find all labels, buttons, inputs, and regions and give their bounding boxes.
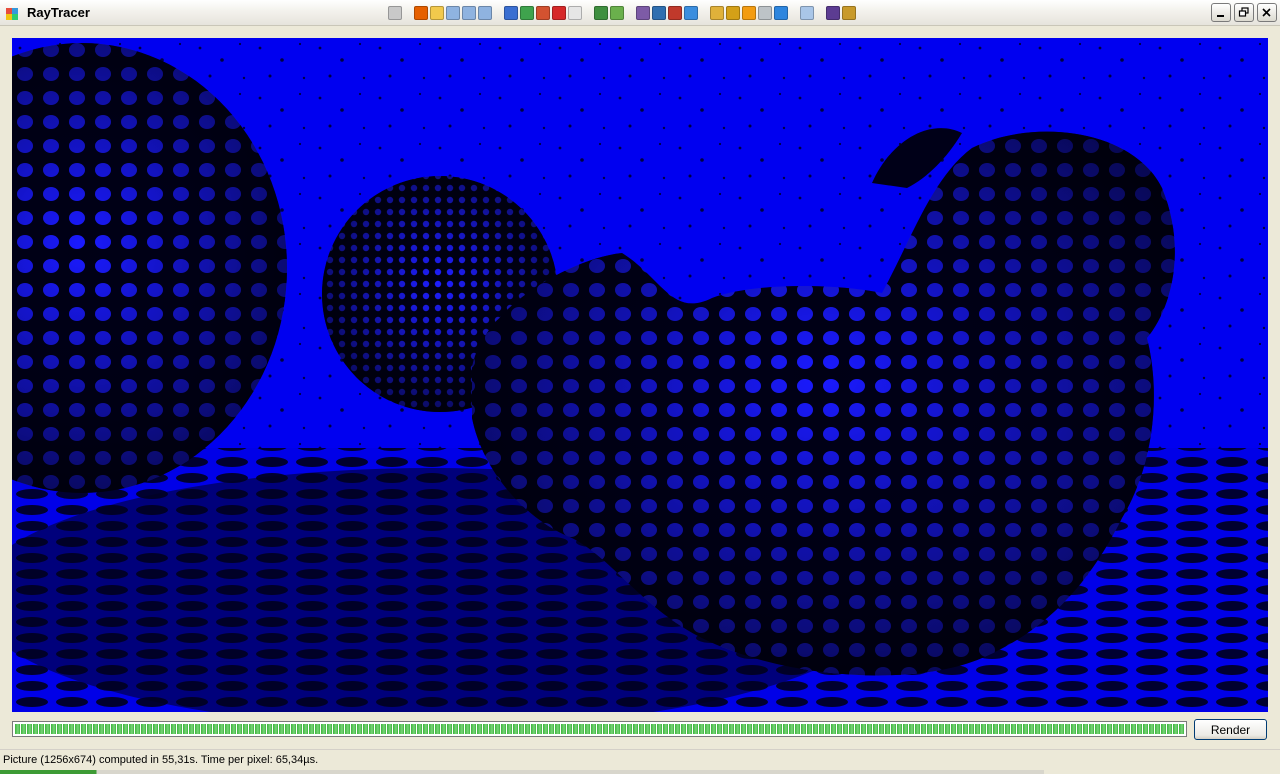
pencil-icon[interactable]: [710, 6, 724, 20]
close-button[interactable]: [1257, 3, 1277, 22]
minimize-icon: [1217, 15, 1224, 17]
tools-icon[interactable]: [668, 6, 682, 20]
folder-icon[interactable]: [446, 6, 460, 20]
paint-icon[interactable]: [594, 6, 608, 20]
disc-icon[interactable]: [758, 6, 772, 20]
powerpoint-icon[interactable]: [536, 6, 550, 20]
globe-icon[interactable]: [652, 6, 666, 20]
minimize-button[interactable]: [1211, 3, 1231, 22]
excel-icon[interactable]: [520, 6, 534, 20]
ie-icon[interactable]: [684, 6, 698, 20]
render-button[interactable]: Render: [1194, 719, 1267, 740]
winamp-icon[interactable]: [842, 6, 856, 20]
ruler-icon[interactable]: [726, 6, 740, 20]
restore-button[interactable]: [1234, 3, 1254, 22]
raytracer-window: RayTracer Render Picture (1256x674) comp…: [0, 0, 1280, 774]
pdf-icon[interactable]: [552, 6, 566, 20]
word-icon[interactable]: [504, 6, 518, 20]
taskbar-strip: [0, 770, 1044, 774]
window-app-icon[interactable]: [5, 6, 19, 20]
folder-icon-2[interactable]: [462, 6, 476, 20]
notepad-icon[interactable]: [800, 6, 814, 20]
status-text: Picture (1256x674) computed in 55,31s. T…: [3, 754, 319, 766]
rendered-scene-image: [12, 38, 1268, 712]
folder-icon-3[interactable]: [478, 6, 492, 20]
quicklaunch-toolbar: [388, 5, 858, 21]
render-progress-bar: [12, 721, 1187, 737]
title-bar[interactable]: RayTracer: [0, 0, 1280, 26]
window-title: RayTracer: [27, 5, 90, 20]
render-viewport: [12, 38, 1268, 712]
messenger-icon[interactable]: [430, 6, 444, 20]
document-icon[interactable]: [568, 6, 582, 20]
vs-icon[interactable]: [826, 6, 840, 20]
media-icon[interactable]: [636, 6, 650, 20]
render-progress-fill: [15, 724, 1184, 734]
vlc-icon[interactable]: [742, 6, 756, 20]
restore-icon: [1238, 7, 1249, 17]
pen-icon[interactable]: [610, 6, 624, 20]
close-icon: [1262, 8, 1271, 17]
player-icon[interactable]: [774, 6, 788, 20]
trophy-icon[interactable]: [388, 6, 402, 20]
firefox-icon[interactable]: [414, 6, 428, 20]
